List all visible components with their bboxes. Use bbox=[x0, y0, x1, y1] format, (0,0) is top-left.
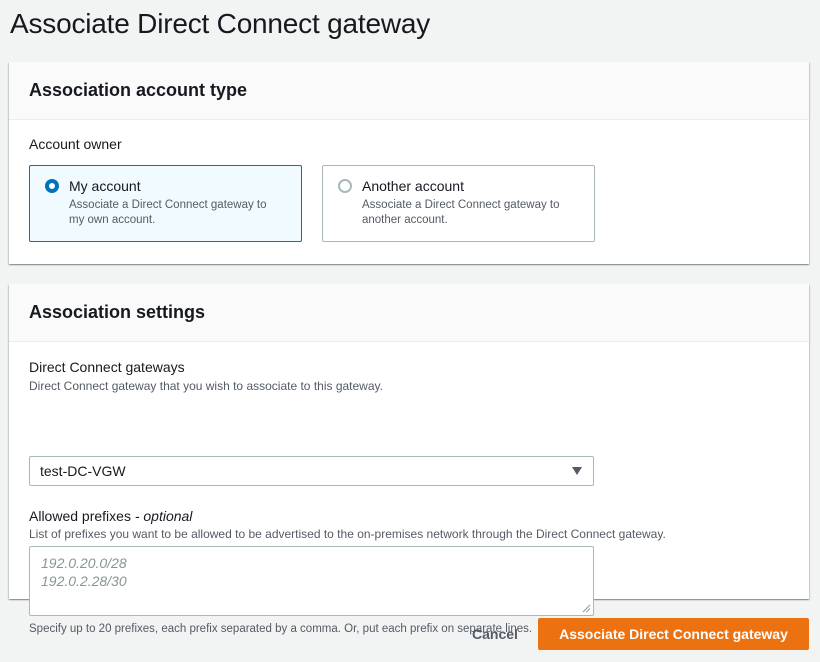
another-account-option[interactable]: Another account Associate a Direct Conne… bbox=[322, 165, 595, 242]
optional-tag: - optional bbox=[130, 508, 193, 524]
gateways-select[interactable]: test-DC-VGW bbox=[29, 456, 594, 486]
my-account-description: Associate a Direct Connect gateway to my… bbox=[69, 199, 267, 226]
associate-button[interactable]: Associate Direct Connect gateway bbox=[538, 618, 809, 650]
cancel-button[interactable]: Cancel bbox=[472, 626, 518, 642]
account-owner-label: Account owner bbox=[29, 136, 122, 152]
gateways-label: Direct Connect gateways bbox=[29, 359, 185, 375]
prefixes-label: Allowed prefixes - optional bbox=[29, 508, 193, 524]
another-account-title: Another account bbox=[362, 178, 464, 194]
prefixes-hint: Specify up to 20 prefixes, each prefix s… bbox=[29, 623, 533, 635]
account-type-panel: Association account type Account owner M… bbox=[9, 62, 809, 264]
prefixes-description: List of prefixes you want to be allowed … bbox=[29, 527, 666, 541]
association-settings-panel: Association settings Direct Connect gate… bbox=[9, 284, 809, 635]
my-account-title: My account bbox=[69, 178, 141, 194]
caret-down-icon bbox=[572, 467, 582, 475]
page-title: Associate Direct Connect gateway bbox=[10, 8, 431, 39]
another-account-description: Associate a Direct Connect gateway to an… bbox=[362, 199, 560, 226]
another-account-radio[interactable] bbox=[338, 179, 352, 193]
prefixes-textarea[interactable]: 192.0.20.0/28 192.0.2.28/30 bbox=[29, 546, 594, 616]
my-account-radio[interactable] bbox=[45, 179, 59, 193]
account-type-header: Association account type bbox=[9, 62, 809, 120]
my-account-option[interactable]: My account Associate a Direct Connect ga… bbox=[29, 165, 302, 242]
resize-handle-icon[interactable] bbox=[582, 604, 591, 613]
gateways-select-value: test-DC-VGW bbox=[40, 463, 126, 479]
prefixes-placeholder-line: 192.0.20.0/28 bbox=[41, 555, 127, 571]
gateways-description: Direct Connect gateway that you wish to … bbox=[29, 379, 383, 393]
association-settings-header: Association settings bbox=[9, 284, 809, 342]
prefixes-placeholder-line: 192.0.2.28/30 bbox=[41, 573, 127, 589]
